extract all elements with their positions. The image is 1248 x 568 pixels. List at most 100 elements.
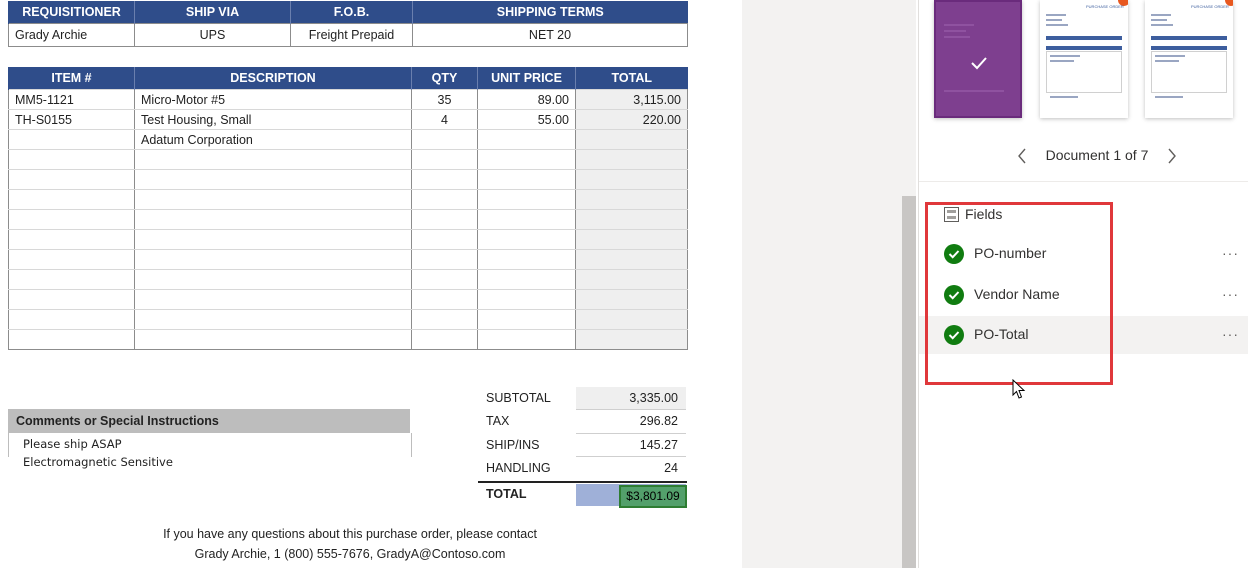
table-cell — [411, 289, 478, 310]
table-cell — [411, 129, 478, 150]
table-row: MM5-1121 Micro-Motor #5 35 89.00 3,115.00 — [8, 89, 688, 110]
thumbnail-line — [944, 36, 970, 38]
thumbnail-table — [1151, 51, 1227, 93]
thumbnail-line — [1155, 96, 1183, 98]
field-label: PO-number — [974, 245, 1047, 261]
table-cell — [575, 169, 688, 190]
check-circle-icon — [944, 285, 964, 305]
text-field-icon — [944, 207, 959, 222]
labeling-pane: PURCHASE ORDER PURCHASE ORDER Document 1… — [918, 0, 1248, 568]
shipping-terms-value: NET 20 — [412, 23, 688, 47]
table-cell — [134, 169, 412, 190]
table-cell — [134, 289, 412, 310]
table-row — [8, 289, 688, 310]
items-table: ITEM # DESCRIPTION QTY UNIT PRICE TOTAL … — [8, 67, 688, 350]
thumbnail-line — [1046, 14, 1066, 16]
table-row: Grady Archie UPS Freight Prepaid NET 20 — [8, 23, 688, 47]
table-cell — [575, 249, 688, 270]
more-options-icon[interactable]: ··· — [1222, 244, 1240, 264]
items-body: MM5-1121 Micro-Motor #5 35 89.00 3,115.00 TH-… — [8, 89, 688, 350]
table-cell: Adatum Corporation — [134, 129, 412, 150]
thumbnail-title: PURCHASE ORDER — [1086, 4, 1124, 9]
table-cell — [411, 189, 478, 210]
table-row — [8, 189, 688, 210]
mouse-pointer-icon — [1012, 379, 1026, 399]
table-cell: 35 — [411, 89, 478, 110]
more-options-icon[interactable]: ··· — [1222, 325, 1240, 345]
table-cell — [134, 209, 412, 230]
subtotal-row: SUBTOTAL 3,335.00 — [478, 387, 687, 409]
table-cell — [411, 309, 478, 330]
table-cell — [411, 249, 478, 270]
total-value-highlight[interactable]: $3,801.09 — [619, 485, 687, 508]
document-thumbnail[interactable]: PURCHASE ORDER — [1145, 0, 1233, 118]
more-options-icon[interactable]: ··· — [1222, 285, 1240, 305]
check-circle-icon — [944, 325, 964, 345]
handling-value: 24 — [664, 461, 678, 475]
thumbnail-line — [1151, 19, 1167, 21]
field-label: PO-Total — [974, 326, 1029, 342]
chevron-left-icon[interactable] — [1017, 148, 1027, 164]
field-row-po-number[interactable]: PO-number ··· — [919, 235, 1248, 273]
comment-line: Electromagnetic Sensitive — [23, 455, 173, 469]
subtotal-value: 3,335.00 — [576, 387, 686, 409]
check-circle-icon — [944, 244, 964, 264]
col-item-number: ITEM # — [8, 67, 135, 90]
table-cell — [134, 269, 412, 290]
table-row — [8, 169, 688, 190]
check-icon — [971, 57, 987, 70]
ship-value: 145.27 — [639, 438, 678, 452]
table-cell — [134, 309, 412, 330]
table-cell: 3,115.00 — [575, 89, 688, 110]
table-cell — [575, 129, 688, 150]
table-cell — [8, 189, 135, 210]
table-row — [8, 309, 688, 330]
document-thumbnail-selected[interactable] — [934, 0, 1022, 118]
table-row — [8, 329, 688, 350]
table-row — [8, 209, 688, 230]
table-cell — [8, 209, 135, 230]
field-row-vendor-name[interactable]: Vendor Name ··· — [919, 276, 1248, 314]
table-cell — [575, 189, 688, 210]
comments-title: Comments or Special Instructions — [8, 409, 410, 433]
col-unit-price: UNIT PRICE — [477, 67, 576, 90]
table-cell — [575, 269, 688, 290]
table-cell — [8, 129, 135, 150]
document-navigation: Document 1 of 7 — [919, 142, 1248, 170]
table-cell — [8, 249, 135, 270]
fields-title: Fields — [965, 206, 1003, 222]
col-total: TOTAL — [575, 67, 688, 90]
scrollbar-thumb[interactable] — [902, 196, 916, 568]
table-cell — [134, 189, 412, 210]
table-cell — [8, 309, 135, 330]
table-cell: 4 — [411, 109, 478, 130]
table-cell — [134, 249, 412, 270]
table-cell — [477, 169, 576, 190]
thumbnail-band — [1151, 36, 1227, 40]
thumbnail-line — [1050, 60, 1074, 62]
table-cell — [411, 229, 478, 250]
col-fob: F.O.B. — [290, 1, 413, 24]
table-row — [8, 249, 688, 270]
table-cell: MM5-1121 — [8, 89, 135, 110]
table-cell — [477, 289, 576, 310]
table-cell: Micro-Motor #5 — [134, 89, 412, 110]
thumbnail-line — [1050, 55, 1080, 57]
table-cell — [8, 289, 135, 310]
subtotal-label: SUBTOTAL — [486, 391, 551, 405]
document-thumbnail[interactable]: PURCHASE ORDER — [1040, 0, 1128, 118]
table-cell — [477, 309, 576, 330]
thumbnail-band — [1046, 36, 1122, 40]
table-cell — [134, 229, 412, 250]
chevron-right-icon[interactable] — [1167, 148, 1177, 164]
table-cell — [134, 149, 412, 170]
table-cell — [575, 209, 688, 230]
handling-row: HANDLING 24 — [478, 457, 687, 479]
thumbnail-line — [944, 30, 966, 32]
table-cell — [411, 169, 478, 190]
table-cell — [575, 289, 688, 310]
thumbnail-line — [944, 90, 1004, 92]
thumbnail-line — [1046, 19, 1062, 21]
table-cell — [411, 149, 478, 170]
field-row-po-total[interactable]: PO-Total ··· — [919, 316, 1248, 354]
